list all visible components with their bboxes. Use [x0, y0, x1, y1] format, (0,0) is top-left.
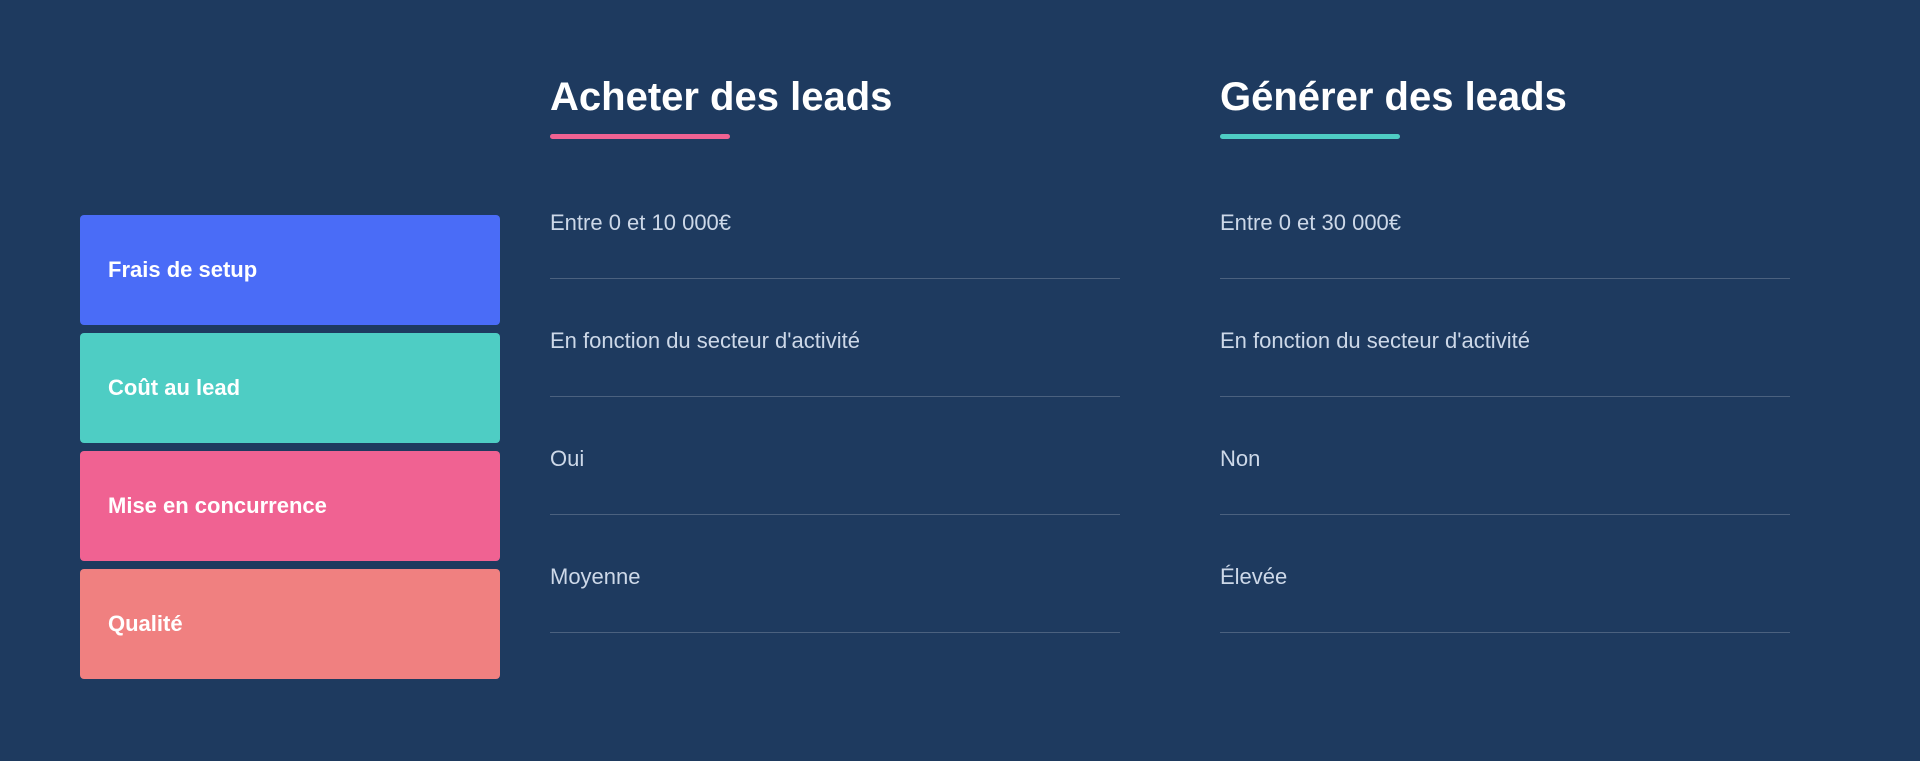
generer-row-cout: En fonction du secteur d'activité — [1220, 287, 1790, 397]
labels-column: Frais de setup Coût au lead Mise en conc… — [80, 75, 500, 687]
acheter-underline — [550, 134, 730, 139]
label-qualite: Qualité — [80, 569, 500, 679]
acheter-row-cout: En fonction du secteur d'activité — [550, 287, 1120, 397]
generer-qualite-value: Élevée — [1220, 564, 1287, 590]
acheter-row-mise: Oui — [550, 405, 1120, 515]
generer-row-qualite: Élevée — [1220, 523, 1790, 633]
generer-row-mise: Non — [1220, 405, 1790, 515]
label-mise-text: Mise en concurrence — [108, 493, 327, 519]
acheter-title: Acheter des leads — [550, 75, 1120, 120]
acheter-frais-value: Entre 0 et 10 000€ — [550, 210, 731, 236]
acheter-qualite-value: Moyenne — [550, 564, 641, 590]
label-frais: Frais de setup — [80, 215, 500, 325]
acheter-cout-value: En fonction du secteur d'activité — [550, 328, 860, 354]
main-container: Frais de setup Coût au lead Mise en conc… — [0, 0, 1920, 761]
generer-cout-value: En fonction du secteur d'activité — [1220, 328, 1530, 354]
generer-frais-value: Entre 0 et 30 000€ — [1220, 210, 1401, 236]
label-mise: Mise en concurrence — [80, 451, 500, 561]
acheter-row-frais: Entre 0 et 10 000€ — [550, 169, 1120, 279]
label-cout-text: Coût au lead — [108, 375, 240, 401]
generer-mise-value: Non — [1220, 446, 1260, 472]
generer-column: Générer des leads Entre 0 et 30 000€ En … — [1170, 75, 1840, 687]
acheter-header: Acheter des leads — [550, 75, 1120, 139]
acheter-column: Acheter des leads Entre 0 et 10 000€ En … — [500, 75, 1170, 687]
generer-title: Générer des leads — [1220, 75, 1790, 120]
comparison-table: Frais de setup Coût au lead Mise en conc… — [80, 75, 1840, 687]
label-frais-text: Frais de setup — [108, 257, 257, 283]
generer-rows: Entre 0 et 30 000€ En fonction du secteu… — [1220, 169, 1790, 641]
acheter-row-qualite: Moyenne — [550, 523, 1120, 633]
acheter-mise-value: Oui — [550, 446, 584, 472]
acheter-rows: Entre 0 et 10 000€ En fonction du secteu… — [550, 169, 1120, 641]
label-qualite-text: Qualité — [108, 611, 183, 637]
label-cout: Coût au lead — [80, 333, 500, 443]
generer-header: Générer des leads — [1220, 75, 1790, 139]
generer-row-frais: Entre 0 et 30 000€ — [1220, 169, 1790, 279]
generer-underline — [1220, 134, 1400, 139]
